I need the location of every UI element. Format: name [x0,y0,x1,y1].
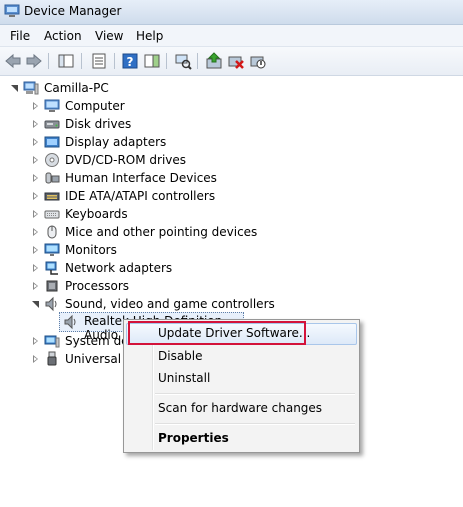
expand-toggle-icon[interactable] [31,137,40,147]
category-label: Keyboards [65,207,128,221]
category-label: Network adapters [65,261,173,275]
expand-toggle-icon[interactable] [31,101,40,111]
tree-category-computer[interactable]: Computer [31,97,125,115]
menu-help[interactable]: Help [134,29,165,43]
menu-action[interactable]: Action [42,29,84,43]
tree-category-dvd-drives[interactable]: DVD/CD-ROM drives [31,151,186,169]
expand-toggle-icon[interactable] [31,263,40,273]
tree-category-monitors[interactable]: Monitors [31,241,117,259]
menu-file[interactable]: File [8,29,32,43]
toolbar-separator [48,53,49,69]
category-label: Monitors [65,243,117,257]
keyboard-icon [44,210,60,219]
tree-category-network-adapters[interactable]: Network adapters [31,259,172,277]
expand-toggle-icon[interactable] [31,119,40,129]
computer-icon [23,81,39,95]
title-bar: Device Manager [0,0,463,25]
expand-toggle-icon[interactable] [10,84,19,93]
disk-drive-icon [44,120,60,129]
collapse-toggle-icon[interactable] [31,300,40,309]
disable-device-icon[interactable] [249,52,267,70]
category-label: Disk drives [65,117,132,131]
toolbar-separator [166,53,167,69]
category-label: DVD/CD-ROM drives [65,153,187,167]
ide-controller-icon [44,192,60,201]
display-adapter-icon [44,136,60,148]
network-adapter-icon [45,261,58,275]
menu-view[interactable]: View [93,29,125,43]
device-manager-icon [4,4,20,17]
menu-separator [155,423,355,425]
speaker-icon [64,314,76,330]
expand-toggle-icon[interactable] [31,209,40,219]
hid-icon [45,172,60,184]
expand-toggle-icon[interactable] [31,173,40,183]
expand-toggle-icon[interactable] [31,245,40,255]
tree-category-ide-controllers[interactable]: IDE ATA/ATAPI controllers [31,187,215,205]
properties-sheet-icon[interactable] [90,52,108,70]
window-title: Device Manager [24,4,122,18]
menu-uninstall[interactable]: Uninstall [158,371,210,385]
category-label: Processors [65,279,130,293]
toolbar-separator [81,53,82,69]
toolbar-separator [114,53,115,69]
update-driver-icon[interactable] [205,52,223,70]
computer-icon [44,99,60,112]
svg-text:?: ? [127,55,134,69]
processor-icon [46,280,58,292]
expand-toggle-icon[interactable] [31,354,40,364]
category-label: Human Interface Devices [65,171,217,185]
expand-toggle-icon[interactable] [31,227,40,237]
tree-category-mice[interactable]: Mice and other pointing devices [31,223,257,241]
system-device-icon [44,335,60,348]
tree-category-disk-drives[interactable]: Disk drives [31,115,131,133]
expand-toggle-icon[interactable] [31,281,40,291]
toolbar: ? [0,47,463,76]
speaker-icon [45,296,57,312]
scan-hardware-icon[interactable] [174,52,192,70]
menu-scan-hardware-changes[interactable]: Scan for hardware changes [158,401,322,415]
menu-bar: File Action View Help [0,25,463,47]
expand-toggle-icon[interactable] [31,155,40,165]
tree-category-hid[interactable]: Human Interface Devices [31,169,217,187]
usb-icon [47,351,57,366]
expand-toggle-icon[interactable] [31,191,40,201]
monitor-icon [44,243,60,256]
category-label: Display adapters [65,135,167,149]
forward-arrow-icon[interactable] [25,52,43,70]
category-label: IDE ATA/ATAPI controllers [65,189,216,203]
dvd-drive-icon [45,153,59,167]
show-hide-console-tree-icon[interactable] [57,52,75,70]
menu-disable[interactable]: Disable [158,349,203,363]
computer-name: Camilla-PC [44,81,109,95]
tree-category-sound[interactable]: Sound, video and game controllers [31,295,275,313]
tree-category-system-devices[interactable]: System dev [31,332,136,350]
menu-separator [155,393,355,395]
tree-category-display-adapters[interactable]: Display adapters [31,133,166,151]
category-label: Computer [65,99,125,113]
expand-toggle-icon[interactable] [31,336,40,346]
mouse-icon [47,225,57,239]
tree-category-processors[interactable]: Processors [31,277,129,295]
tree-category-keyboards[interactable]: Keyboards [31,205,128,223]
tree-root[interactable]: Camilla-PC [10,79,109,97]
toolbar-separator [197,53,198,69]
annotation-highlight-box [128,321,306,345]
uninstall-device-icon[interactable] [227,52,245,70]
show-action-pane-icon[interactable] [143,52,161,70]
help-icon[interactable]: ? [121,52,139,70]
category-label: Sound, video and game controllers [65,297,275,311]
category-label: Mice and other pointing devices [65,225,258,239]
menu-properties[interactable]: Properties [158,431,229,445]
back-arrow-icon[interactable] [4,52,22,70]
